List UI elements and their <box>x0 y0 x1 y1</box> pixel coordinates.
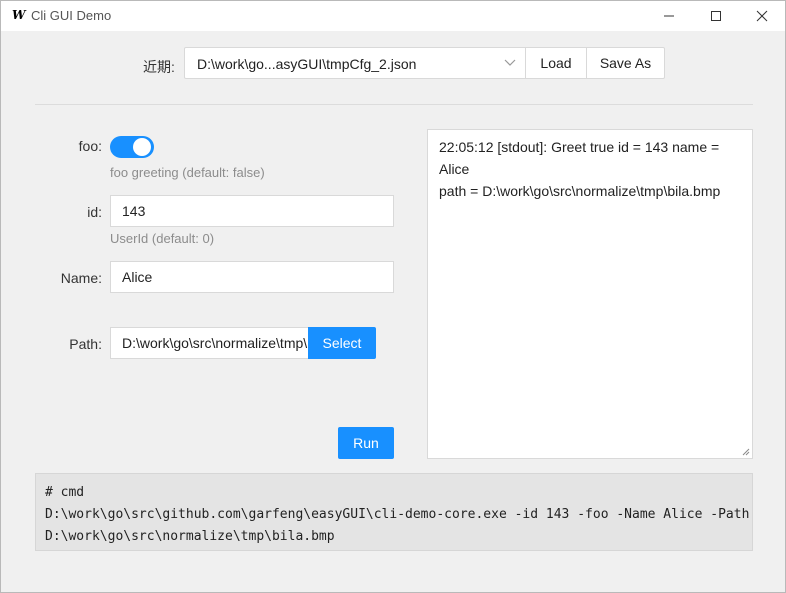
select-path-button[interactable]: Select <box>308 327 376 359</box>
window-title: Cli GUI Demo <box>31 8 112 23</box>
config-toolbar: 近期: D:\work\go...asyGUI\tmpCfg_2.json Lo… <box>1 47 785 81</box>
log-line: 22:05:12 [stdout]: Greet true id = 143 n… <box>439 139 720 177</box>
close-icon <box>756 10 768 22</box>
app-window: W Cli GUI Demo 近期: D:\work\go...asyGUI\t… <box>0 0 786 593</box>
command-preview: # cmd D:\work\go\src\github.com\garfeng\… <box>35 473 753 551</box>
recent-label: 近期: <box>143 59 175 75</box>
log-line: path = D:\work\go\src\normalize\tmp\bila… <box>439 183 721 199</box>
id-hint: UserId (default: 0) <box>110 231 215 246</box>
maximize-button[interactable] <box>693 1 739 31</box>
run-button[interactable]: Run <box>338 427 394 459</box>
toggle-knob <box>133 138 151 156</box>
cmd-line: D:\work\go\src\github.com\garfeng\easyGU… <box>45 507 750 522</box>
path-input[interactable]: D:\work\go\src\normalize\tmp\bila.bmp <box>110 327 309 359</box>
title-bar[interactable]: W Cli GUI Demo <box>1 1 785 31</box>
app-logo-icon: W <box>12 8 26 22</box>
minimize-button[interactable] <box>646 1 692 31</box>
output-log[interactable]: 22:05:12 [stdout]: Greet true id = 143 n… <box>427 129 753 459</box>
divider <box>35 104 753 105</box>
cmd-line: D:\work\go\src\normalize\tmp\bila.bmp <box>45 529 335 544</box>
close-button[interactable] <box>739 1 785 31</box>
save-as-button[interactable]: Save As <box>586 47 665 79</box>
foo-label: foo: <box>78 138 102 154</box>
minimize-icon <box>664 15 674 17</box>
path-label: Path: <box>69 336 102 352</box>
chevron-down-icon <box>504 59 516 66</box>
recent-config-value: D:\work\go...asyGUI\tmpCfg_2.json <box>197 56 417 72</box>
recent-config-select[interactable]: D:\work\go...asyGUI\tmpCfg_2.json <box>184 47 526 79</box>
maximize-icon <box>711 11 721 21</box>
id-input[interactable]: 143 <box>110 195 394 227</box>
foo-hint: foo greeting (default: false) <box>110 165 265 180</box>
name-input[interactable]: Alice <box>110 261 394 293</box>
resize-grip-icon[interactable] <box>742 448 750 456</box>
load-button[interactable]: Load <box>525 47 587 79</box>
name-label: Name: <box>60 270 102 286</box>
foo-toggle[interactable] <box>110 136 154 158</box>
cmd-line: # cmd <box>45 485 85 500</box>
id-label: id: <box>87 204 102 220</box>
